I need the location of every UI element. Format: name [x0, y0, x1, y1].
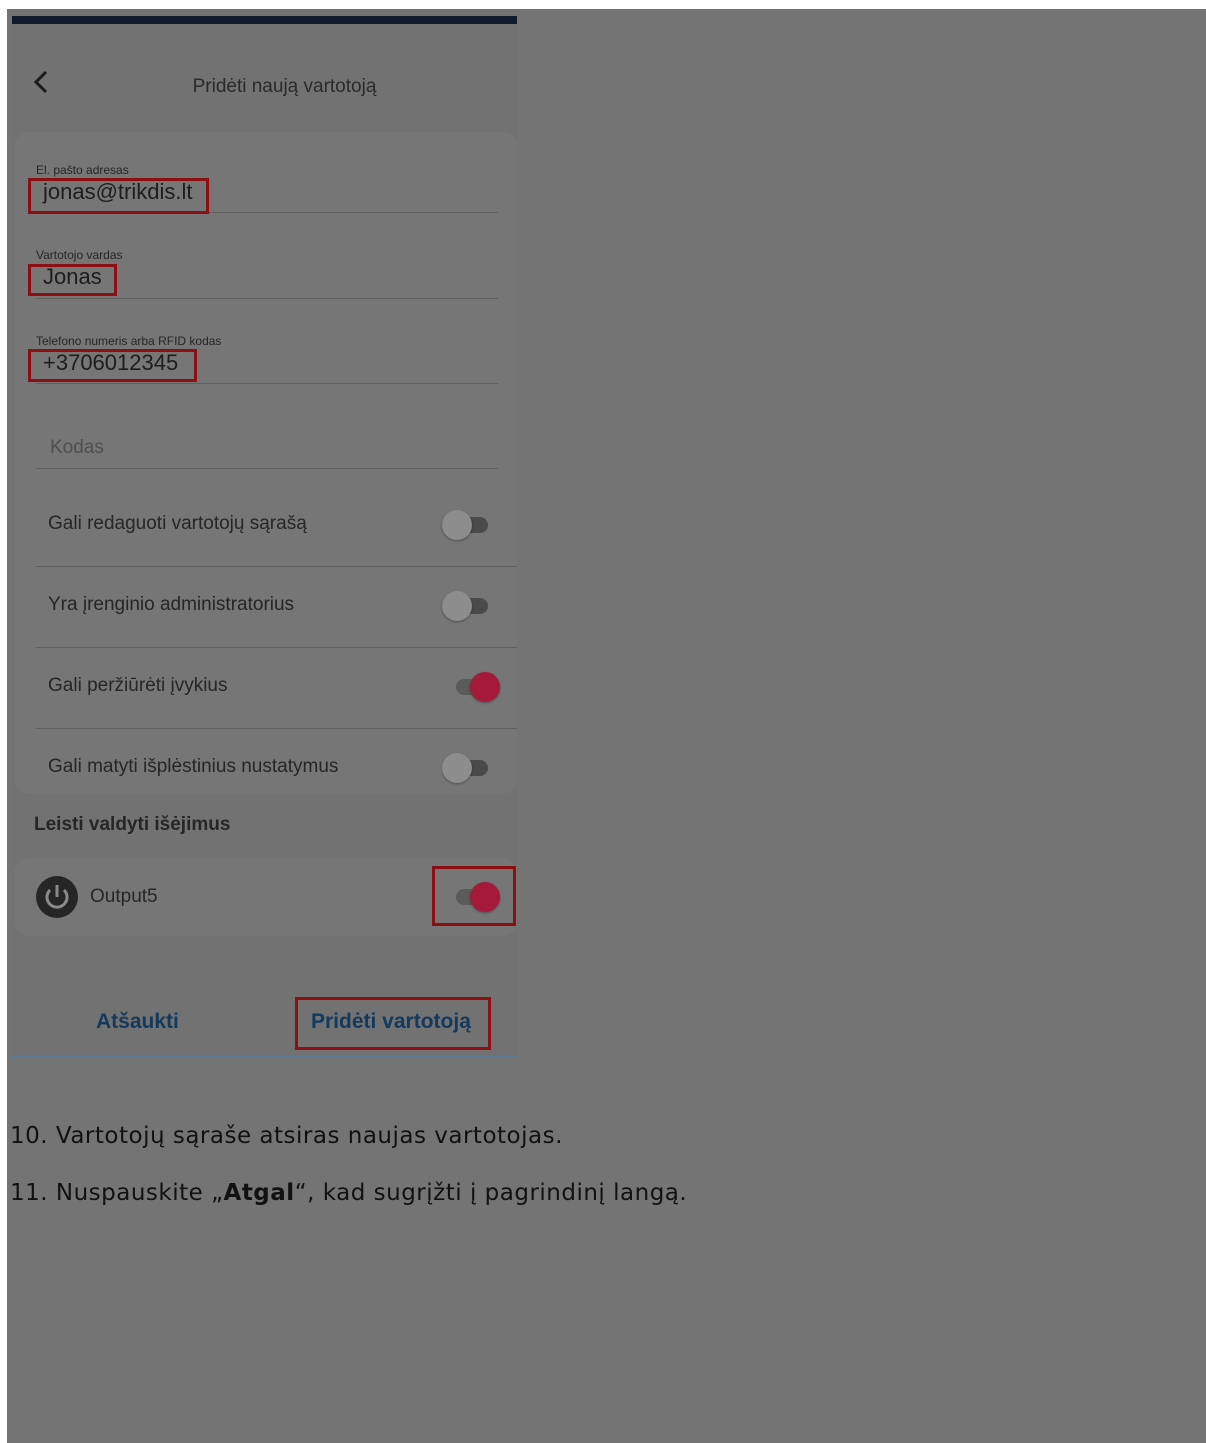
user-form-card: El. pašto adresas jonas@trikdis.lt Varto… [14, 132, 517, 794]
chevron-left-icon [33, 70, 48, 94]
permission-label: Yra įrenginio administratorius [48, 594, 295, 615]
cancel-button[interactable]: Atšaukti [96, 1010, 179, 1034]
code-placeholder: Kodas [50, 437, 104, 458]
add-user-highlight [295, 997, 491, 1050]
permission-toggle[interactable] [442, 591, 492, 621]
permission-label: Gali matyti išplėstinius nustatymus [48, 756, 339, 777]
permission-advanced-settings[interactable]: Gali matyti išplėstinius nustatymus [36, 729, 517, 809]
username-label: Vartotojo vardas [36, 248, 123, 262]
permission-toggle[interactable] [450, 672, 500, 702]
code-field[interactable]: Kodas [36, 404, 498, 469]
toggle-knob [470, 672, 500, 702]
permission-label: Gali peržiūrėti įvykius [48, 675, 228, 696]
toggle-knob [442, 753, 472, 783]
email-highlight [28, 178, 209, 214]
phone-label: Telefono numeris arba RFID kodas [36, 334, 222, 348]
permission-label: Gali redaguoti vartotojų sąrašą [48, 513, 307, 534]
permission-edit-users[interactable]: Gali redaguoti vartotojų sąrašą [36, 486, 517, 567]
step11-suffix: “, kad sugrįžti į pagrindinį langą. [294, 1180, 688, 1206]
instructions: 10. Vartotojų sąraše atsiras naujas vart… [10, 1120, 1190, 1234]
toggle-knob [442, 510, 472, 540]
email-label: El. pašto adresas [36, 163, 129, 177]
instruction-step-11: 11. Nuspauskite „Atgal“, kad sugrįžti į … [10, 1177, 1190, 1209]
instruction-step-10: 10. Vartotojų sąraše atsiras naujas vart… [10, 1123, 563, 1149]
step11-bold: Atgal [223, 1180, 295, 1206]
phone-screen: Pridėti naują vartotoją El. pašto adresa… [11, 15, 518, 1057]
power-icon [36, 876, 78, 918]
phone-highlight [28, 349, 197, 382]
permission-view-events[interactable]: Gali peržiūrėti įvykius [36, 648, 517, 729]
step11-prefix: 11. Nuspauskite „ [10, 1180, 224, 1206]
status-bar [12, 16, 517, 24]
permission-toggle[interactable] [442, 753, 492, 783]
outputs-section-title: Leisti valdyti išėjimus [34, 814, 231, 835]
permission-device-admin[interactable]: Yra įrenginio administratorius [36, 567, 517, 648]
toggle-knob [442, 591, 472, 621]
username-highlight [28, 264, 117, 296]
output-toggle-highlight [432, 866, 516, 926]
app-header: Pridėti naują vartotoją [12, 24, 517, 134]
permission-toggle[interactable] [442, 510, 492, 540]
output-label: Output5 [90, 886, 158, 907]
back-button[interactable] [30, 66, 54, 98]
page-title: Pridėti naują vartotoją [192, 76, 377, 97]
